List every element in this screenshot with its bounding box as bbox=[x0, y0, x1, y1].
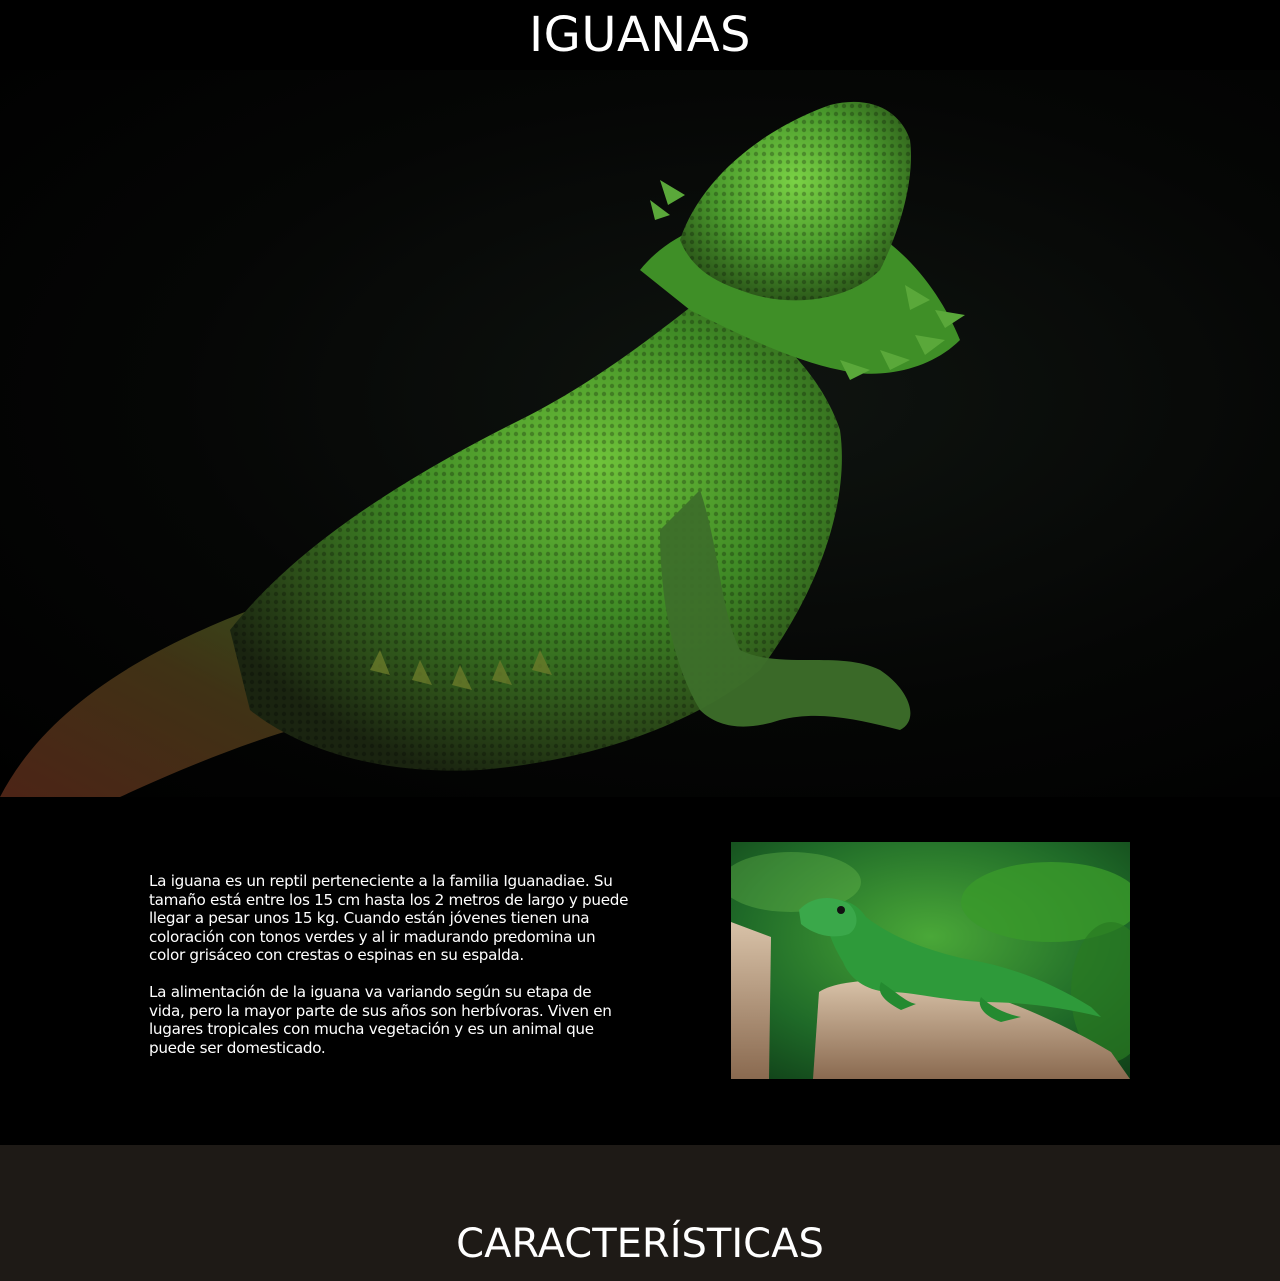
page-title: IGUANAS bbox=[528, 7, 752, 63]
section-title: CARACTERÍSTICAS bbox=[456, 1221, 824, 1267]
site-header: IGUANAS bbox=[0, 0, 1280, 70]
intro-paragraph-2: La alimentación de la iguana va variando… bbox=[149, 982, 612, 1057]
hero-lizard-illustration bbox=[0, 101, 965, 797]
intro-paragraph-1: La iguana es un reptil perteneciente a l… bbox=[149, 872, 629, 965]
iguana-on-stump-illustration bbox=[731, 842, 1130, 1079]
characteristics-section: CARACTERÍSTICAS bbox=[0, 1145, 1280, 1281]
iguana-photo bbox=[731, 842, 1130, 1079]
intro-text: La iguana es un reptil perteneciente a l… bbox=[149, 872, 629, 1075]
hero-image bbox=[0, 70, 1280, 797]
